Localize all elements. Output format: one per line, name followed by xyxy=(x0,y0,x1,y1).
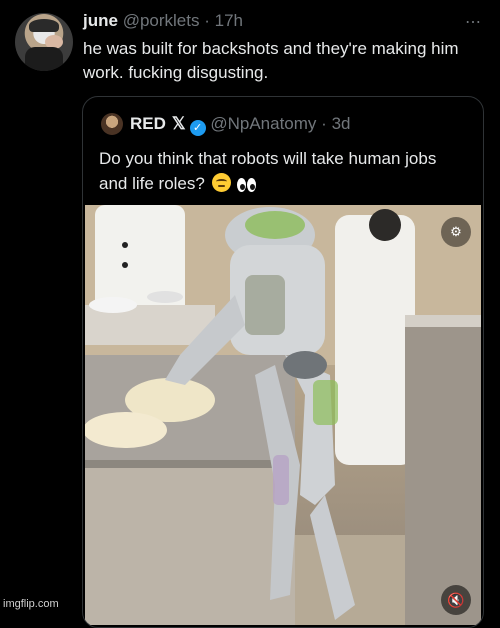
quoted-tweet-header: RED 𝕏 ✓ @NpAnatomy · 3d xyxy=(130,114,350,136)
quoted-tweet-time[interactable]: 3d xyxy=(332,114,351,133)
face-with-rolling-eyes-icon xyxy=(211,173,231,192)
speaker-muted-icon[interactable]: 🔇 xyxy=(441,585,471,615)
user-handle[interactable]: @porklets xyxy=(123,11,200,30)
verified-badge-icon: ✓ xyxy=(189,120,206,136)
separator-dot: · xyxy=(204,11,210,30)
display-name[interactable]: june xyxy=(83,11,118,30)
gif-settings-icon[interactable]: ⚙ xyxy=(441,217,471,247)
user-avatar[interactable] xyxy=(15,13,73,71)
video-player[interactable]: ⚙ 🔇 xyxy=(85,205,481,625)
tweet-text: he was built for backshots and they're m… xyxy=(83,39,459,82)
imgflip-watermark: imgflip.com xyxy=(3,598,59,610)
video-frame xyxy=(85,205,481,625)
more-options-icon[interactable]: ⋯ xyxy=(465,12,482,32)
tweet-time[interactable]: 17h xyxy=(215,11,243,30)
avatar-hat xyxy=(29,19,59,32)
quoted-user-handle[interactable]: @NpAnatomy xyxy=(210,114,316,133)
quoted-tweet-text: Do you think that robots will take human… xyxy=(99,146,469,199)
x-logo-icon: 𝕏 xyxy=(171,114,186,133)
tweet-header: june @porklets · 17h xyxy=(83,11,243,31)
quoted-separator-dot: · xyxy=(321,114,327,133)
quoted-tweet-card[interactable]: RED 𝕏 ✓ @NpAnatomy · 3d Do you think that … xyxy=(82,96,484,628)
avatar-body xyxy=(25,47,63,71)
quoted-user-avatar[interactable] xyxy=(101,113,123,135)
quoted-tweet-text-body: Do you think that robots will take human… xyxy=(99,149,437,193)
quoted-display-name[interactable]: RED xyxy=(130,114,166,133)
eyes-icon xyxy=(237,174,257,199)
